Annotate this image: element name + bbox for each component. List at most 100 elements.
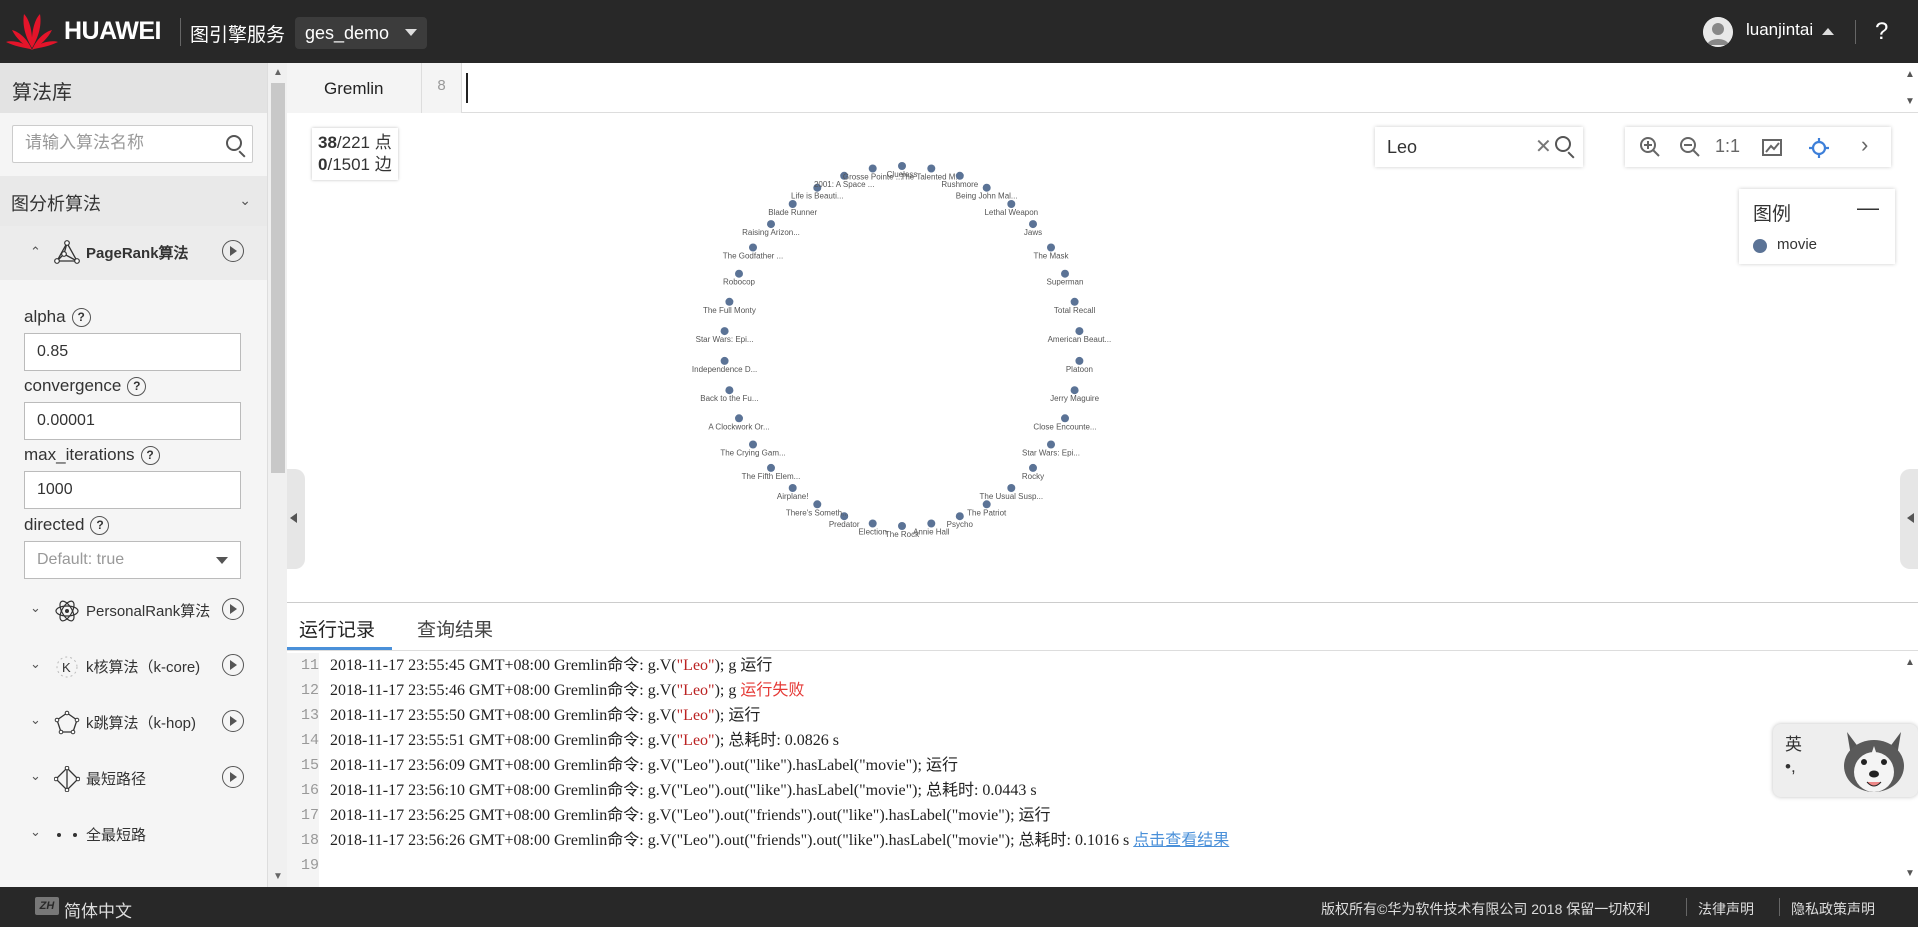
graph-node[interactable] [720, 356, 729, 365]
user-name[interactable]: luanjintai [1746, 20, 1813, 40]
graph-canvas[interactable]: Clueless The Talented M... Rushmore Being J… [287, 114, 1918, 653]
user-avatar[interactable] [1703, 17, 1733, 47]
collapse-left-button[interactable] [287, 469, 305, 569]
editor-scrollbar[interactable]: ▲ ▼ [1902, 63, 1918, 113]
search-icon[interactable] [226, 135, 242, 151]
view-result-link[interactable]: 点击查看结果 [1133, 832, 1229, 849]
tab-query-result[interactable]: 查询结果 [417, 615, 493, 642]
graph-node[interactable] [767, 463, 775, 472]
chevron-down-icon[interactable]: ⌄ [30, 768, 41, 784]
graph-svg[interactable]: CluelessThe Talented M...RushmoreBeing J… [287, 114, 1918, 602]
algorithm-item-khop[interactable]: ⌄ k跳算法（k-hop) [0, 696, 267, 752]
scroll-down-icon[interactable]: ▼ [1902, 96, 1918, 107]
chevron-down-icon[interactable]: ⌄ [30, 712, 41, 728]
graph-node[interactable] [955, 512, 964, 521]
graph-node[interactable] [982, 183, 991, 192]
algorithm-item-personalrank[interactable]: ⌄ PersonalRank算法 [0, 584, 267, 640]
algorithm-search[interactable] [12, 125, 253, 163]
graph-node[interactable] [898, 162, 906, 170]
editor-cursor[interactable] [466, 73, 468, 103]
zoom-reset-button[interactable]: 1:1 [1715, 136, 1740, 157]
run-play-icon[interactable] [222, 598, 244, 620]
scroll-up-icon[interactable]: ▲ [1902, 69, 1918, 80]
graph-node[interactable] [868, 519, 877, 528]
question-icon[interactable]: ? [90, 516, 110, 535]
scroll-up-icon[interactable]: ▲ [273, 67, 283, 78]
export-image-icon[interactable] [1761, 136, 1783, 158]
algorithm-search-input[interactable] [13, 126, 213, 160]
legal-link[interactable]: 法律声明 [1698, 899, 1754, 919]
graph-node[interactable] [788, 484, 797, 492]
param-alpha-input[interactable]: 0.85 [24, 333, 241, 371]
project-select[interactable]: ges_demo [295, 17, 427, 49]
graph-node[interactable] [1007, 200, 1016, 208]
param-convergence-input[interactable]: 0.00001 [24, 402, 241, 440]
algorithm-item-shortest-path[interactable]: ⌄ 最短路径 [0, 752, 267, 808]
chevron-right-icon[interactable]: › [1861, 132, 1868, 158]
graph-search-input[interactable]: Leo [1375, 127, 1583, 167]
graph-node[interactable] [1070, 297, 1079, 306]
graph-node[interactable] [1047, 440, 1055, 449]
collapse-right-button[interactable] [1900, 469, 1918, 569]
graph-node[interactable] [735, 269, 743, 278]
chevron-down-icon[interactable]: ⌄ [30, 656, 41, 672]
graph-node[interactable] [1029, 220, 1037, 229]
graph-node[interactable] [720, 327, 729, 336]
graph-node[interactable] [1061, 414, 1069, 423]
graph-node[interactable] [1047, 243, 1055, 252]
language-icon[interactable]: ZH [35, 897, 59, 915]
graph-node[interactable] [898, 522, 906, 530]
category-header[interactable]: 图分析算法 ⌄ [0, 176, 267, 226]
run-play-icon[interactable] [222, 710, 244, 732]
scroll-up-icon[interactable]: ▲ [1902, 657, 1918, 668]
graph-node[interactable] [982, 500, 991, 509]
algorithm-item-all-shortest[interactable]: ⌄ 全最短路 [0, 808, 267, 864]
privacy-link[interactable]: 隐私政策声明 [1791, 899, 1875, 919]
caret-up-icon[interactable] [1822, 22, 1834, 35]
graph-node[interactable] [767, 220, 775, 229]
tab-gremlin[interactable]: Gremlin [287, 63, 422, 113]
scrollbar-thumb[interactable] [271, 83, 285, 473]
scroll-down-icon[interactable]: ▼ [273, 871, 283, 882]
language-switch[interactable]: 简体中文 [64, 897, 132, 922]
scroll-down-icon[interactable]: ▼ [1902, 868, 1918, 879]
chevron-down-icon[interactable]: ⌄ [239, 192, 251, 209]
graph-node[interactable] [1029, 463, 1037, 472]
question-icon[interactable]: ? [140, 446, 160, 465]
chevron-down-icon[interactable]: ⌄ [30, 824, 41, 840]
clear-icon[interactable]: ✕ [1535, 134, 1552, 159]
algorithm-item-kcore[interactable]: ⌄ K k核算法（k-core) [0, 640, 267, 696]
graph-node[interactable] [927, 519, 936, 528]
sidebar-scrollbar[interactable]: ▲ ▼ [267, 63, 287, 887]
question-icon[interactable]: ? [71, 308, 91, 327]
graph-node[interactable] [788, 200, 797, 208]
graph-node[interactable] [813, 500, 822, 509]
chevron-down-icon[interactable]: ⌄ [30, 600, 41, 616]
algorithm-item-pagerank[interactable]: ⌃ PageRank算法 [0, 226, 267, 280]
graph-node[interactable] [725, 386, 734, 395]
graph-node[interactable] [1061, 269, 1069, 278]
zoom-in-icon[interactable] [1639, 136, 1661, 158]
graph-node[interactable] [1070, 386, 1079, 395]
graph-node[interactable] [749, 243, 757, 252]
graph-node[interactable] [1007, 484, 1016, 492]
graph-node[interactable] [955, 171, 964, 180]
run-play-icon[interactable] [222, 766, 244, 788]
zoom-out-icon[interactable] [1679, 136, 1701, 158]
graph-node[interactable] [735, 414, 743, 423]
run-play-icon[interactable] [222, 654, 244, 676]
graph-search-button[interactable] [1555, 136, 1571, 152]
chevron-up-icon[interactable]: ⌃ [30, 244, 41, 260]
graph-node[interactable] [725, 297, 734, 306]
tab-run-log[interactable]: 运行记录 [299, 615, 375, 642]
graph-node[interactable] [749, 440, 757, 449]
minimize-icon[interactable]: — [1857, 195, 1879, 221]
graph-node[interactable] [868, 164, 877, 173]
help-icon[interactable]: ? [1875, 18, 1888, 46]
graph-node[interactable] [927, 164, 936, 173]
run-play-icon[interactable] [222, 240, 244, 262]
param-max-iterations-input[interactable]: 1000 [24, 471, 241, 509]
question-icon[interactable]: ? [127, 377, 147, 396]
fit-view-icon[interactable] [1807, 136, 1831, 160]
graph-node[interactable] [1075, 356, 1084, 365]
